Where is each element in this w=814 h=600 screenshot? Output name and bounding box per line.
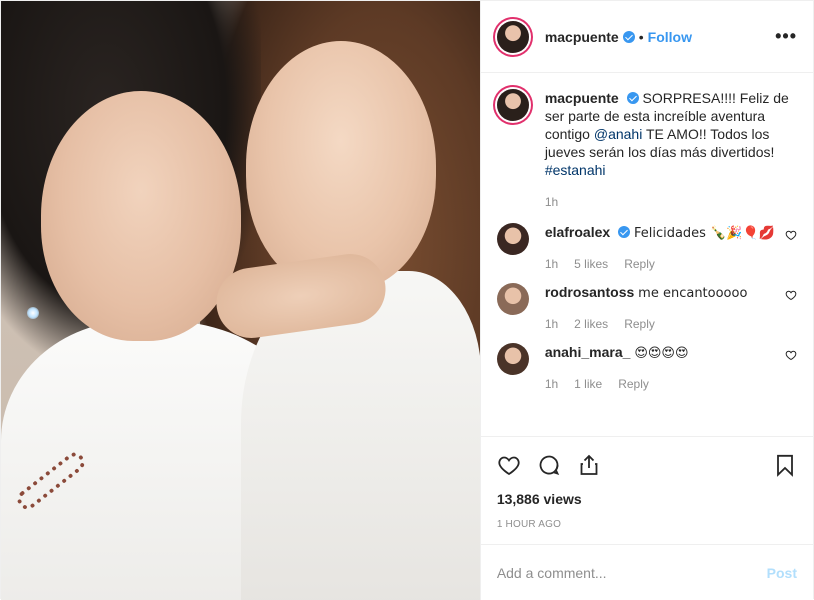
more-options-icon[interactable]: •••: [775, 26, 797, 47]
comment-reply-button[interactable]: Reply: [624, 257, 655, 271]
comment-text-line: elafroalex Felicidades 🍾🎉🎈💋: [545, 223, 785, 243]
comment-item: anahi_mara_ 😍😍😍😍 1h 1 like Reply: [496, 343, 797, 391]
comment-timestamp[interactable]: 1h: [545, 377, 558, 391]
verified-badge-icon: [618, 226, 631, 238]
comment-like-heart-icon[interactable]: [785, 289, 797, 301]
comment-body: rodrosantoss me encantooooo 1h 2 likes Repl…: [545, 283, 785, 331]
comment-meta: 1h 5 likes Reply: [545, 257, 785, 271]
post-header: macpuente • Follow •••: [480, 1, 813, 73]
comment-meta: 1h 2 likes Reply: [545, 317, 785, 331]
commenter-avatar[interactable]: [496, 283, 529, 315]
comment-meta: 1h 1 like Reply: [545, 377, 785, 391]
comment-likes[interactable]: 5 likes: [574, 257, 608, 271]
caption-mention-link[interactable]: @anahi: [594, 126, 642, 142]
comment-body: anahi_mara_ 😍😍😍😍 1h 1 like Reply: [545, 343, 785, 391]
comment-text-line: anahi_mara_ 😍😍😍😍: [545, 343, 785, 363]
comment-likes[interactable]: 2 likes: [574, 317, 608, 331]
comment-input[interactable]: [496, 564, 767, 581]
verified-badge-icon: [622, 30, 635, 43]
action-icon-row: [497, 445, 797, 485]
post-comment-button[interactable]: Post: [767, 565, 797, 581]
comment-item: rodrosantoss me encantooooo 1h 2 likes Repl…: [496, 283, 797, 331]
comments-list: macpuente SORPRESA!!!! Feliz de ser part…: [481, 73, 813, 436]
media-face-left: [41, 91, 241, 341]
comment-reply-button[interactable]: Reply: [624, 317, 655, 331]
comment-text: me encantooooo: [638, 286, 748, 301]
commenter-username[interactable]: rodrosantoss: [545, 284, 634, 300]
heart-icon[interactable]: [497, 453, 521, 477]
comment-text: 😍😍😍😍: [634, 346, 689, 361]
comment-like-heart-icon[interactable]: [785, 229, 797, 241]
comment-timestamp[interactable]: 1h: [545, 317, 558, 331]
post-side-panel: macpuente • Follow ••• macpuente SORPRES…: [479, 1, 813, 600]
comment-timestamp[interactable]: 1h: [545, 257, 558, 271]
caption-hashtag-link[interactable]: #estanahi: [545, 162, 606, 178]
follow-button[interactable]: Follow: [648, 29, 692, 45]
comment-thread: elafroalex Felicidades 🍾🎉🎈💋 1h 5 likes Repl…: [496, 223, 797, 391]
bookmark-icon[interactable]: [773, 453, 797, 477]
caption-body: macpuente SORPRESA!!!! Feliz de ser part…: [545, 89, 797, 211]
caption: macpuente SORPRESA!!!! Feliz de ser part…: [496, 89, 797, 211]
comment-text-line: rodrosantoss me encantooooo: [545, 283, 785, 303]
media-face-right: [246, 41, 436, 291]
comment-reply-button[interactable]: Reply: [618, 377, 649, 391]
author-avatar[interactable]: [496, 20, 529, 53]
instagram-post: macpuente • Follow ••• macpuente SORPRES…: [0, 0, 814, 600]
header-separator: •: [638, 28, 644, 45]
commenter-username[interactable]: anahi_mara_: [545, 344, 631, 360]
comment-text: Felicidades 🍾🎉🎈💋: [633, 226, 775, 241]
commenter-avatar[interactable]: [496, 223, 529, 255]
post-timestamp[interactable]: 1 HOUR AGO: [497, 519, 797, 530]
commenter-avatar[interactable]: [496, 343, 529, 375]
caption-username[interactable]: macpuente: [545, 90, 619, 106]
caption-author-avatar[interactable]: [496, 89, 529, 121]
comment-likes[interactable]: 1 like: [574, 377, 602, 391]
media-light-glint: [27, 307, 39, 319]
share-icon[interactable]: [577, 453, 601, 477]
comment-like-heart-icon[interactable]: [785, 349, 797, 361]
caption-timestamp[interactable]: 1h: [545, 193, 797, 211]
comment-icon[interactable]: [537, 453, 561, 477]
author-username[interactable]: macpuente: [545, 29, 619, 45]
comment-body: elafroalex Felicidades 🍾🎉🎈💋 1h 5 likes Repl…: [545, 223, 785, 271]
post-actions: 13,886 views 1 HOUR AGO: [480, 436, 813, 544]
comment-item: elafroalex Felicidades 🍾🎉🎈💋 1h 5 likes Repl…: [496, 223, 797, 271]
commenter-username[interactable]: elafroalex: [545, 224, 610, 240]
add-comment-bar: Post: [480, 544, 813, 600]
post-media-image[interactable]: [1, 1, 480, 600]
views-count[interactable]: 13,886 views: [497, 491, 797, 507]
verified-badge-icon: [626, 92, 639, 104]
